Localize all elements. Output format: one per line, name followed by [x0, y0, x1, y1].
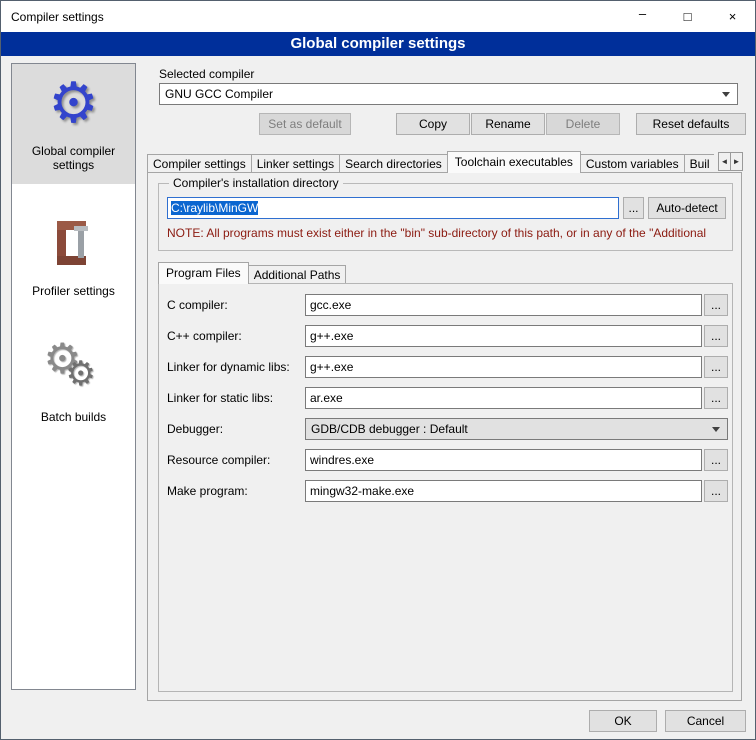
cpp-compiler-label: C++ compiler:	[167, 329, 305, 343]
tab-scroll-controls: ◄ ►	[718, 152, 743, 171]
field-row-static-linker: Linker for static libs: ...	[159, 387, 732, 409]
installation-directory-browse-button[interactable]: ...	[623, 197, 644, 219]
selected-compiler-value: GNU GCC Compiler	[165, 87, 273, 101]
c-compiler-label: C compiler:	[167, 298, 305, 312]
field-row-c-compiler: C compiler: ...	[159, 294, 732, 316]
rename-button[interactable]: Rename	[471, 113, 545, 135]
installation-directory-input[interactable]: C:\raylib\MinGW	[167, 197, 619, 219]
tab-build-options[interactable]: Buil	[684, 154, 714, 173]
sidebar-item-label: Global compiler settings	[16, 144, 131, 172]
static-linker-label: Linker for static libs:	[167, 391, 305, 405]
field-row-dynamic-linker: Linker for dynamic libs: ...	[159, 356, 732, 378]
reset-defaults-button[interactable]: Reset defaults	[636, 113, 746, 135]
make-program-browse-button[interactable]: ...	[704, 480, 728, 502]
close-button[interactable]: ×	[710, 1, 755, 32]
bin-subdirectory-note: NOTE: All programs must exist either in …	[167, 226, 727, 240]
make-program-input[interactable]	[305, 480, 702, 502]
sidebar-item-profiler-settings[interactable]: Profiler settings	[12, 204, 135, 310]
program-files-tabbar: Program Files Additional Paths	[158, 262, 346, 284]
c-compiler-browse-button[interactable]: ...	[704, 294, 728, 316]
subtab-program-files[interactable]: Program Files	[158, 262, 249, 284]
tab-scroll-right-button[interactable]: ►	[730, 152, 743, 171]
cancel-button[interactable]: Cancel	[665, 710, 746, 732]
set-as-default-button[interactable]: Set as default	[259, 113, 351, 135]
sidebar-item-label: Batch builds	[41, 410, 106, 424]
page-title: Global compiler settings	[1, 32, 755, 56]
installation-directory-label: Compiler's installation directory	[169, 176, 343, 190]
subtab-additional-paths[interactable]: Additional Paths	[248, 265, 347, 284]
window-title: Compiler settings	[1, 10, 620, 24]
debugger-label: Debugger:	[167, 422, 305, 436]
debugger-value: GDB/CDB debugger : Default	[311, 422, 468, 436]
debugger-dropdown[interactable]: GDB/CDB debugger : Default	[305, 418, 728, 440]
maximize-button[interactable]: □	[665, 1, 710, 32]
dynamic-linker-input[interactable]	[305, 356, 702, 378]
settings-tabbar: Compiler settings Linker settings Search…	[147, 151, 714, 173]
titlebar: Compiler settings – □ ×	[1, 1, 755, 32]
copy-button[interactable]: Copy	[396, 113, 470, 135]
tab-custom-variables[interactable]: Custom variables	[580, 154, 685, 173]
tab-linker-settings[interactable]: Linker settings	[251, 154, 340, 173]
static-linker-input[interactable]	[305, 387, 702, 409]
make-program-label: Make program:	[167, 484, 305, 498]
field-row-make-program: Make program: ...	[159, 480, 732, 502]
sidebar-item-label: Profiler settings	[32, 284, 115, 298]
tab-search-directories[interactable]: Search directories	[339, 154, 448, 173]
settings-category-list: ⚙ Global compiler settings Profiler sett…	[11, 63, 136, 690]
dynamic-linker-browse-button[interactable]: ...	[704, 356, 728, 378]
close-icon: ×	[729, 9, 737, 24]
installation-directory-value: C:\raylib\MinGW	[171, 201, 258, 215]
tab-compiler-settings[interactable]: Compiler settings	[147, 154, 252, 173]
installation-directory-groupbox: Compiler's installation directory C:\ray…	[158, 183, 733, 251]
blue-gear-icon: ⚙	[48, 72, 98, 134]
clamp-tool-icon	[47, 212, 101, 274]
sidebar-item-batch-builds[interactable]: ⚙ ⚙ Batch builds	[12, 330, 135, 436]
selected-compiler-dropdown[interactable]: GNU GCC Compiler	[159, 83, 738, 105]
minimize-button[interactable]: –	[620, 1, 665, 32]
ok-button[interactable]: OK	[589, 710, 657, 732]
resource-compiler-input[interactable]	[305, 449, 702, 471]
field-row-debugger: Debugger: GDB/CDB debugger : Default	[159, 418, 732, 440]
program-files-panel: C compiler: ... C++ compiler: ... Linker…	[158, 283, 733, 692]
cpp-compiler-input[interactable]	[305, 325, 702, 347]
c-compiler-input[interactable]	[305, 294, 702, 316]
gray-gears-icon: ⚙ ⚙	[44, 338, 104, 400]
static-linker-browse-button[interactable]: ...	[704, 387, 728, 409]
dynamic-linker-label: Linker for dynamic libs:	[167, 360, 305, 374]
minimize-icon: –	[639, 6, 646, 21]
resource-compiler-label: Resource compiler:	[167, 453, 305, 467]
tab-toolchain-executables[interactable]: Toolchain executables	[447, 151, 581, 173]
field-row-cpp-compiler: C++ compiler: ...	[159, 325, 732, 347]
resource-compiler-browse-button[interactable]: ...	[704, 449, 728, 471]
delete-button[interactable]: Delete	[546, 113, 620, 135]
toolchain-executables-panel: Compiler's installation directory C:\ray…	[147, 172, 742, 701]
field-row-resource-compiler: Resource compiler: ...	[159, 449, 732, 471]
selected-compiler-label: Selected compiler	[159, 67, 254, 81]
auto-detect-button[interactable]: Auto-detect	[648, 197, 726, 219]
chevron-down-icon	[712, 427, 720, 432]
sidebar-item-global-compiler-settings[interactable]: ⚙ Global compiler settings	[12, 64, 135, 184]
compiler-settings-dialog: Compiler settings – □ × Global compiler …	[0, 0, 756, 740]
maximize-icon: □	[684, 9, 692, 24]
chevron-down-icon	[722, 92, 730, 97]
cpp-compiler-browse-button[interactable]: ...	[704, 325, 728, 347]
